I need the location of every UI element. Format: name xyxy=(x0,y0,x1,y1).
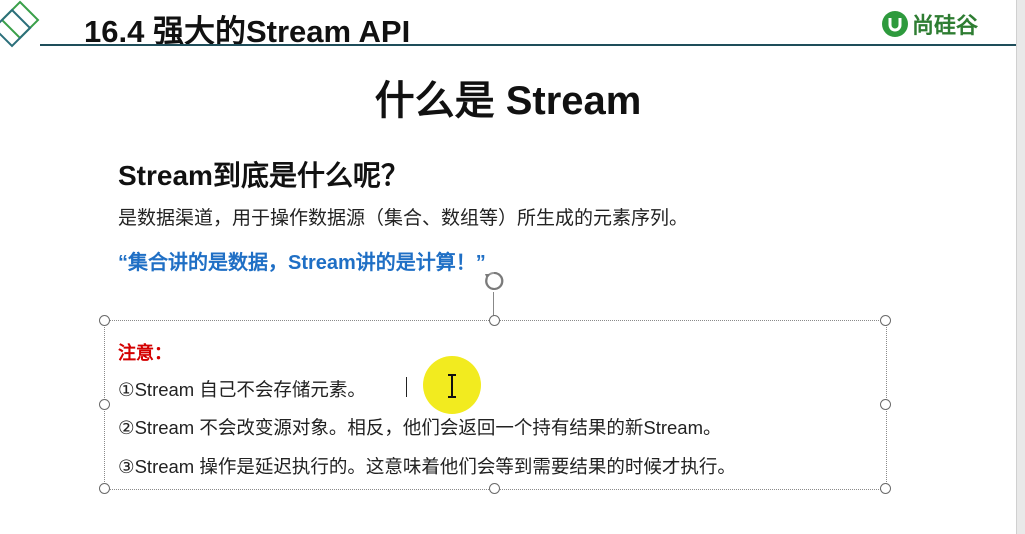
resize-handle-bottom-center[interactable] xyxy=(489,483,500,494)
text-caret xyxy=(406,377,407,397)
slide-header: 16.4 强大的Stream API 尚硅谷 xyxy=(0,0,1016,49)
brand-text: 尚硅谷 xyxy=(912,13,979,38)
brand-logo: 尚硅谷 xyxy=(882,9,978,39)
u-logo-icon xyxy=(882,11,908,37)
slide-canvas: 16.4 强大的Stream API 尚硅谷 什么是 Stream Stream… xyxy=(0,0,1016,534)
resize-handle-top-left[interactable] xyxy=(99,315,110,326)
note-item-1[interactable]: ①Stream 自己不会存储元素。 xyxy=(118,376,366,402)
resize-handle-bottom-left[interactable] xyxy=(99,483,110,494)
rotate-handle-icon[interactable] xyxy=(483,270,505,292)
note-item-3[interactable]: ③Stream 操作是延迟执行的。这意味着他们会等到需要结果的时候才执行。 xyxy=(118,453,736,479)
note-item-2[interactable]: ②Stream 不会改变源对象。相反，他们会返回一个持有结果的新Stream。 xyxy=(118,414,721,440)
highlight-quote: “集合讲的是数据，Stream讲的是计算！” xyxy=(118,252,486,274)
resize-handle-top-right[interactable] xyxy=(880,315,891,326)
question-heading: Stream到底是什么呢？ xyxy=(118,160,409,191)
window-edge xyxy=(1016,0,1025,534)
slide-title: 什么是 Stream xyxy=(374,79,642,123)
resize-handle-top-center[interactable] xyxy=(489,315,500,326)
diamond-logo-icon xyxy=(0,0,40,48)
resize-handle-bottom-right[interactable] xyxy=(880,483,891,494)
definition-text: 是数据渠道，用于操作数据源（集合、数组等）所生成的元素序列。 xyxy=(118,208,689,229)
resize-handle-middle-left[interactable] xyxy=(99,399,110,410)
notes-label: 注意： xyxy=(118,343,172,364)
header-divider xyxy=(40,44,1016,46)
resize-handle-middle-right[interactable] xyxy=(880,399,891,410)
ibeam-cursor-icon xyxy=(448,374,456,398)
